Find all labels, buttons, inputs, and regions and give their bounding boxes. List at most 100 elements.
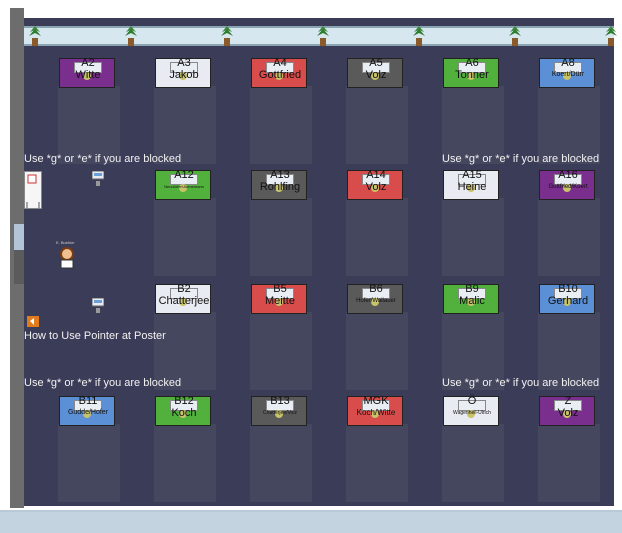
poster-area	[442, 198, 504, 276]
booth-code: B5	[273, 283, 287, 295]
booth-code: B12	[174, 395, 194, 407]
booth-label: A3 Jakob	[154, 58, 214, 88]
potted-plant-icon	[221, 26, 233, 46]
notice-board-icon	[26, 174, 40, 208]
booth-label: A14 Volz	[346, 170, 406, 200]
booth-presenter: Hofer/Wallauer	[356, 298, 396, 304]
booth-label: B12 Koch	[154, 396, 214, 426]
booth-presenter: Jakob	[169, 69, 199, 81]
booth-code: B6	[369, 283, 383, 295]
booth-code: Z	[564, 395, 572, 407]
poster-area	[250, 424, 312, 502]
booth-label: Z Volz	[538, 396, 598, 426]
booth-code: B2	[177, 283, 191, 295]
potted-plant-icon	[509, 26, 521, 46]
booth-presenter: Meitte	[265, 295, 295, 307]
booth-code: A12	[174, 169, 194, 181]
booth-label: B9 Malic	[442, 284, 502, 314]
blocked-message-3: Use *g* or *e* if you are blocked	[24, 377, 182, 389]
booth-code: B10	[558, 283, 578, 295]
booth-presenter: Volz	[365, 181, 387, 193]
booth-code: MGK	[363, 395, 389, 407]
potted-plant-icon	[605, 26, 617, 46]
door-frame	[14, 250, 24, 284]
booth-code: A5	[369, 57, 383, 69]
potted-plant-icon	[29, 26, 41, 46]
poster-area	[250, 198, 312, 276]
booth-code: A3	[177, 57, 191, 69]
booth-presenter: Wagenheil-Ulrich	[453, 410, 491, 416]
booth-presenter: Chatterjee/Volz	[263, 410, 297, 416]
booth-presenter: Gudde/Hofer	[67, 409, 109, 416]
booth-label: A5 Volz	[346, 58, 406, 88]
blocked-message-4: Use *g* or *e* if you are blocked	[442, 377, 600, 389]
booth-code: A13	[270, 169, 290, 181]
potted-plant-icon	[125, 26, 137, 46]
poster-area	[346, 312, 408, 390]
poster-area	[250, 312, 312, 390]
howto-message: How to Use Pointer at Poster	[24, 330, 166, 342]
booth-presenter: Koch/Witte	[356, 408, 396, 417]
booth-label: A6 Tonner	[442, 58, 502, 88]
poster-area	[154, 198, 216, 276]
right-edge	[614, 18, 622, 506]
computer-terminal-icon[interactable]	[92, 298, 104, 314]
booth-presenter: Koert/Dürr	[551, 71, 585, 78]
poster-area	[538, 198, 600, 276]
booth-label: B11 Gudde/Hofer	[58, 396, 118, 426]
booth-label: A2 Witte	[58, 58, 118, 88]
booth-label: B2 Chatterjee	[154, 284, 214, 314]
booth-code: A14	[366, 169, 386, 181]
booth-label: A15 Heine	[442, 170, 502, 200]
pointer-icon[interactable]	[27, 316, 39, 327]
booth-presenter: Heine	[457, 181, 487, 193]
notice-board[interactable]	[24, 171, 42, 209]
booth-presenter: Malic	[459, 295, 485, 307]
booth-code: A8	[561, 57, 575, 69]
booth-presenter: Gottfried	[258, 69, 302, 81]
computer-terminal-icon[interactable]	[92, 171, 104, 187]
booth-presenter: Gottfried/Koert	[548, 184, 588, 190]
booth-label: B10 Gerhard	[538, 284, 598, 314]
poster-area	[58, 424, 120, 502]
booth-presenter: Gerhard	[547, 295, 589, 307]
game-map: A2 Witte A3 Jakob A4 Gottfried A5 Volz A6 Tonner A…	[0, 0, 622, 533]
poster-area	[346, 198, 408, 276]
booth-code: A6	[465, 57, 479, 69]
booth-label: A16 Gottfried/Koert	[538, 170, 598, 200]
booth-label: B5 Meitte	[250, 284, 310, 314]
player-avatar-icon[interactable]	[56, 244, 78, 270]
booth-label: A4 Gottfried	[250, 58, 310, 88]
potted-plant-icon	[413, 26, 425, 46]
booth-presenter: Chatterjee	[158, 295, 210, 307]
booth-presenter: Volz	[557, 407, 579, 419]
booth-code: B11	[78, 395, 98, 407]
booth-presenter: Koch	[171, 407, 197, 419]
booth-label: B13 Chatterjee/Volz	[250, 396, 310, 426]
booth-label: Ö Wagenheil-Ulrich	[442, 396, 502, 426]
booth-presenter: Witte	[75, 69, 101, 81]
booth-presenter: Neudörfer/Juenemann	[164, 184, 204, 189]
poster-area	[538, 424, 600, 502]
blocked-message-2: Use *g* or *e* if you are blocked	[442, 153, 600, 165]
booth-presenter: Rohlfing	[259, 181, 301, 193]
poster-area	[154, 424, 216, 502]
poster-area	[346, 86, 408, 164]
booth-code: Ö	[467, 395, 477, 407]
booth-code: A2	[81, 57, 95, 69]
booth-code: A4	[273, 57, 287, 69]
potted-plant-icon	[317, 26, 329, 46]
booth-code: B13	[270, 395, 290, 407]
blocked-message-1: Use *g* or *e* if you are blocked	[24, 153, 182, 165]
bottom-bar	[0, 510, 622, 533]
door[interactable]	[14, 224, 24, 250]
booth-label: A8 Koert/Dürr	[538, 58, 598, 88]
booth-label: A13 Rohlfing	[250, 170, 310, 200]
booth-label: A12 Neudörfer/Juenemann	[154, 170, 214, 200]
poster-area	[250, 86, 312, 164]
booth-code: B9	[465, 283, 479, 295]
booth-code: A16	[558, 169, 578, 181]
booth-code: A15	[462, 169, 482, 181]
poster-area	[346, 424, 408, 502]
booth-label: MGK Koch/Witte	[346, 396, 406, 426]
